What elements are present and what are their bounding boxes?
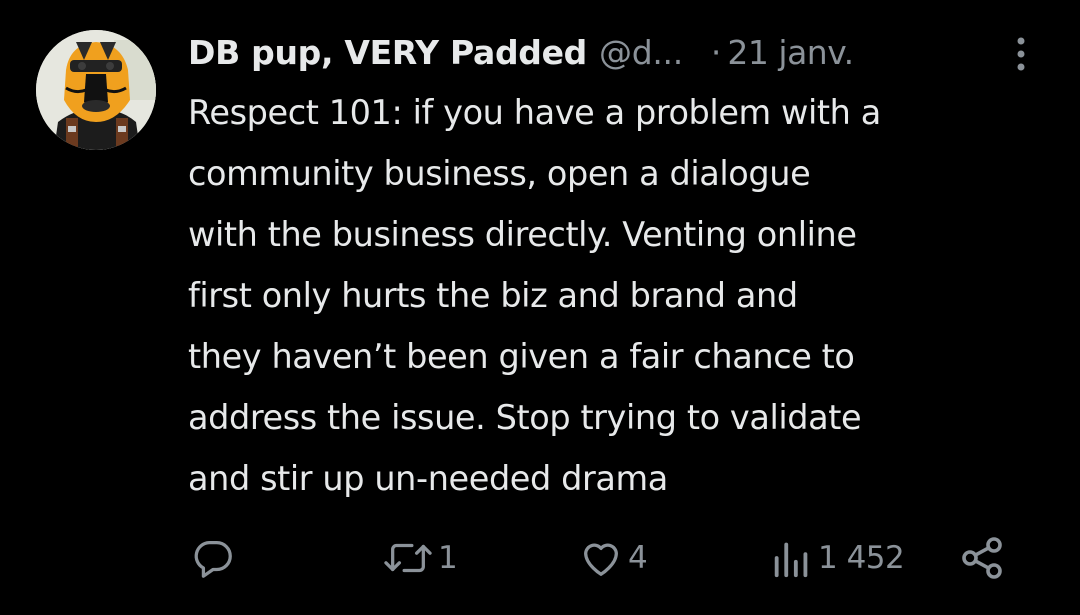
more-vertical-icon xyxy=(1017,37,1025,71)
share-button[interactable] xyxy=(958,528,1006,588)
more-options-button[interactable] xyxy=(1008,34,1034,74)
like-button[interactable]: 4 xyxy=(578,528,648,588)
reply-icon xyxy=(194,541,232,578)
views-button[interactable]: 1 452 xyxy=(770,528,905,588)
like-count: 4 xyxy=(628,540,648,576)
action-bar: 1 4 1 452 xyxy=(0,528,1080,588)
header-separator: · xyxy=(710,32,722,72)
share-icon xyxy=(962,537,1002,579)
heart-icon xyxy=(584,543,618,576)
author-handle[interactable]: @d... xyxy=(599,33,683,72)
tweet-header: DB pup, VERY Padded @d... · 21 janv. xyxy=(188,28,854,76)
avatar[interactable] xyxy=(36,30,156,150)
views-count: 1 452 xyxy=(818,540,905,576)
tweet-text: Respect 101: if you have a problem with … xyxy=(188,93,881,498)
retweet-button[interactable]: 1 xyxy=(382,528,458,588)
reply-button[interactable] xyxy=(190,528,240,588)
tweet: DB pup, VERY Padded @d... · 21 janv. Res… xyxy=(0,0,1080,615)
tweet-date[interactable]: 21 janv. xyxy=(727,33,854,72)
views-icon xyxy=(774,542,808,578)
retweet-icon xyxy=(384,543,432,573)
author-name[interactable]: DB pup, VERY Padded xyxy=(188,33,587,72)
retweet-count: 1 xyxy=(438,540,458,576)
avatar-image xyxy=(36,30,156,150)
